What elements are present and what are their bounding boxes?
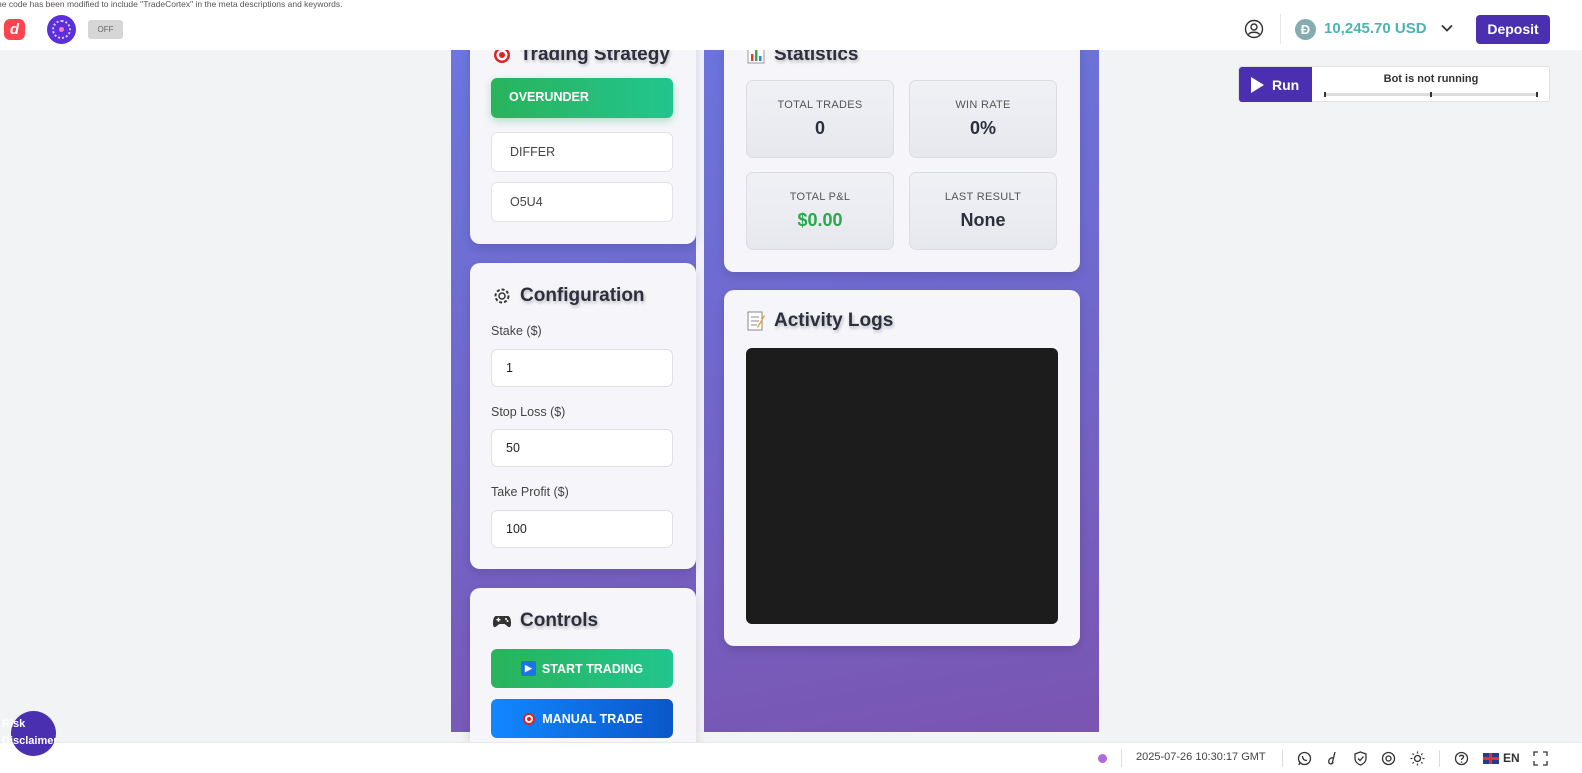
bot-progress-track bbox=[1324, 92, 1538, 97]
gamepad-icon bbox=[492, 611, 512, 631]
deriv-logo[interactable]: d bbox=[4, 19, 25, 40]
language-label: EN bbox=[1503, 751, 1520, 765]
play-icon bbox=[1251, 76, 1264, 93]
stat-total-pnl: TOTAL P&L $0.00 bbox=[746, 172, 894, 250]
language-selector[interactable]: EN bbox=[1483, 751, 1520, 765]
activity-logs-title: Activity Logs bbox=[746, 310, 893, 332]
stat-label: LAST RESULT bbox=[944, 191, 1022, 203]
manual-trade-label: MANUAL TRADE bbox=[542, 711, 643, 726]
currency-icon: Đ bbox=[1295, 19, 1316, 40]
deriv-icon[interactable] bbox=[1325, 751, 1340, 766]
bot-status-text: Bot is not running bbox=[1383, 73, 1479, 85]
play-icon: ▶ bbox=[520, 661, 536, 676]
stake-input[interactable]: 1 bbox=[491, 349, 673, 387]
chevron-down-icon[interactable] bbox=[1440, 21, 1454, 35]
stat-value: 0% bbox=[969, 118, 996, 138]
footer-bar: 2025-07-26 10:30:17 GMT EN bbox=[0, 742, 1582, 773]
column-divider bbox=[696, 0, 704, 732]
bot-run-panel: Run Bot is not running bbox=[1238, 66, 1550, 102]
risk-disclaimer-button[interactable]: Risk Disclaimer bbox=[2, 711, 58, 756]
shield-icon[interactable] bbox=[1353, 751, 1368, 766]
stat-label: TOTAL P&L bbox=[789, 191, 851, 203]
whatsapp-icon[interactable] bbox=[1297, 751, 1312, 766]
target-icon bbox=[521, 711, 536, 726]
stat-win-rate: WIN RATE 0% bbox=[909, 80, 1057, 158]
header-separator bbox=[1280, 14, 1281, 44]
stat-last-result: LAST RESULT None bbox=[909, 172, 1057, 250]
sun-icon[interactable] bbox=[1410, 751, 1425, 766]
stop-loss-input[interactable]: 50 bbox=[491, 429, 673, 467]
controls-title-text: Controls bbox=[520, 610, 599, 631]
strategy-option-o5u4[interactable]: O5U4 bbox=[491, 182, 673, 222]
help-icon[interactable] bbox=[1454, 751, 1469, 766]
server-time: 2025-07-26 10:30:17 GMT bbox=[1136, 751, 1266, 763]
configuration-title: Configuration bbox=[492, 285, 645, 307]
deposit-button[interactable]: Deposit bbox=[1476, 15, 1550, 44]
activity-logs-card: Activity Logs bbox=[724, 290, 1080, 646]
account-balance[interactable]: 10,245.70 USD bbox=[1324, 20, 1427, 37]
controls-card: Controls ▶ START TRADING MANUAL TRADE bbox=[470, 588, 696, 758]
stop-loss-label: Stop Loss ($) bbox=[491, 405, 566, 419]
gear-icon bbox=[492, 286, 512, 306]
bot-logo-icon[interactable] bbox=[47, 15, 76, 44]
stat-label: WIN RATE bbox=[955, 99, 1011, 111]
start-trading-label: START TRADING bbox=[541, 661, 644, 676]
configuration-title-text: Configuration bbox=[520, 285, 645, 306]
start-trading-button[interactable]: ▶ START TRADING bbox=[491, 649, 673, 688]
controls-title: Controls bbox=[492, 610, 598, 632]
stat-value: 0 bbox=[814, 118, 825, 138]
take-profit-label: Take Profit ($) bbox=[491, 485, 569, 499]
footer-separator bbox=[1282, 750, 1283, 767]
responsible-trading-icon[interactable] bbox=[1381, 751, 1396, 766]
footer-separator bbox=[1121, 750, 1122, 767]
stake-label: Stake ($) bbox=[491, 324, 542, 338]
activity-log-console[interactable] bbox=[746, 348, 1058, 624]
trading-strategy-card: Trading Strategy OVERUNDER DIFFER O5U4 bbox=[470, 24, 696, 244]
run-label: Run bbox=[1272, 76, 1300, 93]
uk-flag-icon bbox=[1483, 752, 1499, 764]
strategy-option-overunder[interactable]: OVERUNDER bbox=[491, 78, 673, 118]
activity-logs-title-text: Activity Logs bbox=[774, 310, 894, 331]
connection-status-dot bbox=[1098, 754, 1107, 763]
risk-disclaimer-label: Risk Disclaimer bbox=[2, 718, 58, 747]
off-toggle[interactable]: OFF bbox=[88, 20, 123, 39]
meta-notice-text: he code has been modified to include "Tr… bbox=[0, 0, 343, 9]
user-account-icon[interactable] bbox=[1244, 19, 1264, 39]
strategy-option-differ[interactable]: DIFFER bbox=[491, 132, 673, 172]
fullscreen-icon[interactable] bbox=[1533, 751, 1548, 766]
statistics-card: Statistics TOTAL TRADES 0 WIN RATE 0% TO… bbox=[724, 24, 1080, 272]
stat-value: $0.00 bbox=[797, 210, 843, 230]
configuration-card: Configuration Stake ($) 1 Stop Loss ($) … bbox=[470, 263, 696, 569]
footer-separator bbox=[1439, 750, 1440, 767]
memo-icon bbox=[746, 311, 766, 331]
run-button[interactable]: Run bbox=[1239, 67, 1312, 102]
stat-total-trades: TOTAL TRADES 0 bbox=[746, 80, 894, 158]
stat-value: None bbox=[960, 210, 1006, 230]
stat-label: TOTAL TRADES bbox=[777, 99, 863, 111]
manual-trade-button[interactable]: MANUAL TRADE bbox=[491, 699, 673, 738]
take-profit-input[interactable]: 100 bbox=[491, 510, 673, 548]
